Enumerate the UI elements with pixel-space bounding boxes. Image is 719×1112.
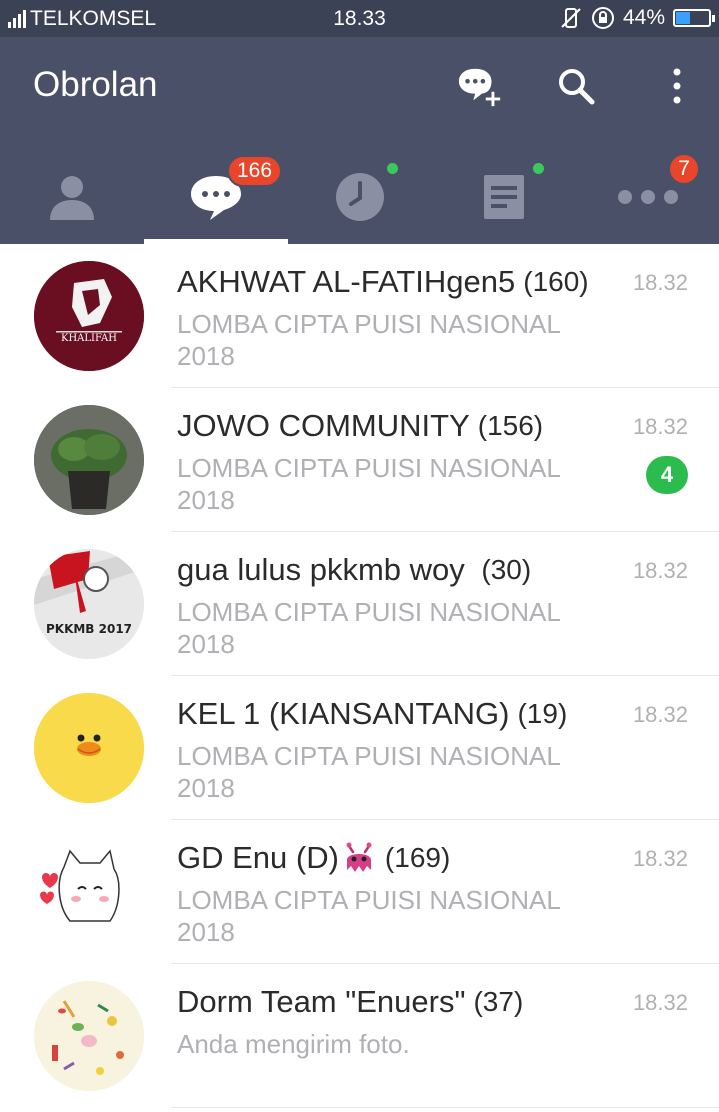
tab-more[interactable]: 7 [576, 149, 719, 244]
more-vertical-icon [673, 68, 681, 104]
message-time: 18.32 [632, 846, 688, 871]
search-button[interactable] [553, 63, 599, 109]
chat-title-line: KEL 1 (KIANSANTANG) (19) [177, 696, 617, 732]
chat-row[interactable]: KHALIFAH AKHWAT AL-FATIHgen5 (160) LOMBA… [0, 244, 719, 388]
last-message: LOMBA CIPTA PUISI NASIONAL 2018 [177, 885, 560, 947]
chat-name: gua lulus pkkmb woy [177, 552, 474, 587]
avatar-label: KHALIFAH [61, 333, 117, 344]
avatar [34, 405, 144, 515]
member-count: (156) [477, 410, 544, 441]
overflow-menu-button[interactable] [654, 63, 700, 109]
message-time: 18.32 [632, 270, 688, 295]
news-icon [484, 174, 524, 219]
unread-badge: 4 [646, 456, 688, 494]
more-horizontal-icon [618, 189, 678, 204]
chat-name: KEL 1 (KIANSANTANG) [177, 696, 510, 731]
new-chat-icon [458, 68, 501, 107]
last-message: Anda mengirim foto. [177, 1029, 410, 1059]
chat-row[interactable]: Dorm Team "Enuers" (37) Anda mengirim fo… [0, 964, 719, 1108]
page-title: Obrolan [33, 65, 158, 104]
message-time: 18.32 [632, 702, 688, 727]
chat-row[interactable]: JOWO COMMUNITY (156) LOMBA CIPTA PUISI N… [0, 388, 719, 532]
chat-name: Dorm Team "Enuers" [177, 984, 466, 1019]
chat-list: KHALIFAH AKHWAT AL-FATIHgen5 (160) LOMBA… [0, 244, 719, 1108]
rotation-lock-icon [591, 7, 614, 29]
pkkmb-avatar-image: PKKMB 2017 [34, 549, 144, 659]
message-time: 18.32 [632, 558, 688, 583]
tab-chats[interactable]: 166 [144, 149, 288, 244]
chat-name: JOWO COMMUNITY [177, 408, 470, 443]
search-icon [559, 69, 595, 105]
avatar [34, 837, 144, 947]
clock: 18.33 [333, 7, 386, 30]
message-time: 18.32 [632, 414, 688, 439]
status-bar: TELKOMSEL 18.33 44% [0, 0, 719, 37]
new-chat-button[interactable] [457, 63, 503, 109]
member-count: (169) [384, 842, 451, 873]
avatar-label: PKKMB 2017 [46, 622, 132, 636]
chat-title-line: gua lulus pkkmb woy (30) [177, 552, 617, 588]
chat-row[interactable]: GD Enu (D) (169) LOMBA CIPTA PUISI NASIO… [0, 820, 719, 964]
cat-avatar-image [34, 837, 144, 947]
vibrate-off-icon [561, 8, 581, 28]
more-badge: 7 [668, 153, 700, 185]
avatar: KHALIFAH [34, 261, 144, 371]
monster-emoji-icon [346, 842, 372, 872]
chat-name: GD Enu (D) [177, 840, 339, 875]
duck-avatar-image [34, 693, 144, 803]
chat-row[interactable]: PKKMB 2017 gua lulus pkkmb woy (30) LOMB… [0, 532, 719, 676]
news-new-dot [533, 163, 544, 174]
tab-friends[interactable] [0, 149, 144, 244]
tab-news[interactable] [432, 149, 576, 244]
app-header: Obrolan 166 7 [0, 37, 719, 244]
avatar [34, 981, 144, 1091]
chat-name: AKHWAT AL-FATIHgen5 [177, 264, 516, 299]
pattern-avatar-image [34, 981, 144, 1091]
message-time: 18.32 [632, 990, 688, 1015]
chats-badge: 166 [227, 155, 283, 187]
chat-title-line: Dorm Team "Enuers" (37) [177, 984, 617, 1020]
member-count: (30) [481, 554, 532, 585]
member-count: (160) [523, 266, 589, 297]
timeline-new-dot [387, 163, 398, 174]
chat-title-line: AKHWAT AL-FATIHgen5 (160) [177, 264, 617, 300]
avatar [34, 693, 144, 803]
member-count: (37) [473, 986, 524, 1017]
member-count: (19) [517, 698, 568, 729]
divider [172, 1107, 719, 1108]
battery-icon [673, 9, 715, 27]
last-message: LOMBA CIPTA PUISI NASIONAL 2018 [177, 453, 560, 515]
last-message: LOMBA CIPTA PUISI NASIONAL 2018 [177, 309, 560, 371]
clock-icon [336, 172, 384, 221]
plant-avatar-image [34, 405, 144, 515]
chat-title-line: JOWO COMMUNITY (156) [177, 408, 617, 444]
person-icon [50, 175, 94, 220]
tab-timeline[interactable] [288, 149, 432, 244]
chat-title-line: GD Enu (D) (169) [177, 840, 617, 876]
battery-percent: 44% [622, 6, 665, 29]
avatar: PKKMB 2017 [34, 549, 144, 659]
chat-row[interactable]: KEL 1 (KIANSANTANG) (19) LOMBA CIPTA PUI… [0, 676, 719, 820]
last-message: LOMBA CIPTA PUISI NASIONAL 2018 [177, 597, 560, 659]
group-avatar-image: KHALIFAH [34, 261, 144, 371]
last-message: LOMBA CIPTA PUISI NASIONAL 2018 [177, 741, 560, 803]
